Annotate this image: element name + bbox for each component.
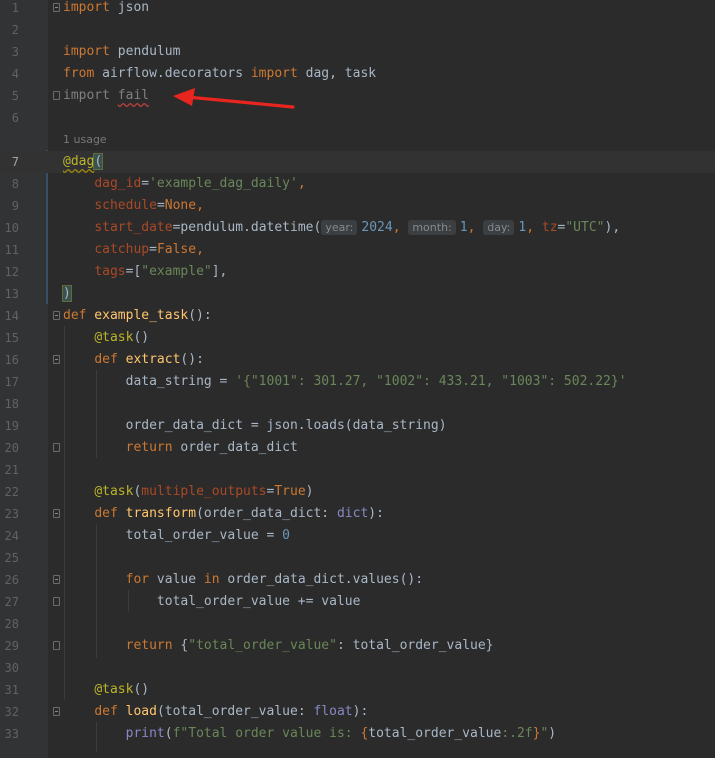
line-number: 8 [11,177,19,191]
code-line[interactable]: 25 [0,547,715,569]
code-line[interactable]: 30 [0,657,715,679]
code-editor[interactable]: 1 import json 2 3 import pendulum 4 from… [0,0,715,758]
keyword: from [63,66,95,81]
code-line[interactable]: 2 [0,19,715,41]
fold-marker-icon[interactable] [53,509,60,518]
code-line[interactable]: 5 import fail [0,85,715,107]
line-number: 15 [4,331,19,345]
line-number: 11 [4,243,19,257]
unresolved-module-error[interactable]: fail [118,88,149,103]
keyword: import [63,0,110,15]
code-line[interactable]: 10 start_date=pendulum.datetime(year: 202… [0,217,715,239]
line-number: 9 [11,199,19,213]
line-number: 21 [4,463,19,477]
code-line[interactable]: 29 return {"total_order_value": total_or… [0,635,715,657]
code-text: pendulum [109,44,181,59]
string-literal: 'example_dag_daily' [149,176,298,191]
code-line[interactable]: 23 def transform(order_data_dict: dict): [0,503,715,525]
line-number: 17 [4,375,19,389]
code-line[interactable]: 27 total_order_value += value [0,591,715,613]
annotation-arrow-icon [173,88,295,109]
code-line[interactable]: 20 return order_data_dict [0,437,715,459]
line-number: 28 [4,617,19,631]
code-line[interactable]: 1 import json [0,0,715,19]
code-line[interactable]: 31 @task() [0,679,715,701]
code-line[interactable]: 11 catchup=False, [0,239,715,261]
line-number: 18 [4,397,19,411]
line-number: 29 [4,639,19,653]
function-name: extract [117,352,181,367]
line-number: 23 [4,507,19,521]
code-line[interactable]: 18 [0,393,715,415]
code-line[interactable]: 21 [0,459,715,481]
code-line[interactable]: 12 tags=["example"], [0,261,715,283]
line-number: 20 [4,441,19,455]
line-number: 19 [4,419,19,433]
code-line[interactable]: 3 import pendulum [0,41,715,63]
parameter-hint: day: [483,220,515,235]
line-number: 5 [11,89,19,103]
fold-marker-icon[interactable] [53,3,60,12]
code-line[interactable]: 26 for value in order_data_dict.values()… [0,569,715,591]
code-line-current[interactable]: 7 @dag( [0,151,715,173]
keyword: import [63,44,110,59]
decorator: @dag [63,154,95,169]
line-number: 13 [4,287,19,301]
code-line[interactable]: 19 order_data_dict = json.loads(data_str… [0,415,715,437]
line-number: 16 [4,353,19,367]
unused-import-keyword: import [63,88,110,103]
code-line[interactable]: 17 data_string = '{"1001": 301.27, "1002… [0,371,715,393]
fold-end-marker-icon[interactable] [53,443,60,452]
line-number: 2 [11,23,19,37]
code-line[interactable]: 4 from airflow.decorators import dag, ta… [0,63,715,85]
parameter-hint: month: [408,220,456,235]
code-line[interactable]: 16 def extract(): [0,349,715,371]
code-text: json [109,0,150,15]
fold-end-marker-icon[interactable] [53,597,60,606]
line-number: 26 [4,573,19,587]
code-line[interactable]: 8 dag_id='example_dag_daily', [0,173,715,195]
line-number: 6 [11,111,19,125]
line-number: 24 [4,529,19,543]
matched-bracket: ) [62,285,72,302]
parameter-hint: year: [321,220,358,235]
code-line[interactable]: 22 @task(multiple_outputs=True) [0,481,715,503]
function-name: load [117,704,157,719]
fold-marker-icon[interactable] [53,575,60,584]
code-line[interactable]: 14 def example_task(): [0,305,715,327]
line-number: 14 [4,309,19,323]
code-text: dag, task [297,66,377,81]
line-number: 12 [4,265,19,279]
line-number: 10 [4,221,19,235]
line-number: 32 [4,705,19,719]
usage-hint[interactable]: 1 usage [63,130,107,150]
fold-end-marker-icon[interactable] [53,91,60,100]
line-number: 3 [11,45,19,59]
string-literal: '{"1001": 301.27, "1002": 433.21, "1003"… [235,374,627,389]
line-number: 7 [11,155,19,169]
line-number: 27 [4,595,19,609]
matched-bracket: ( [93,153,104,170]
fold-marker-icon[interactable] [53,355,60,364]
line-number: 31 [4,683,19,697]
fold-marker-icon[interactable] [53,311,60,320]
code-line[interactable]: 33 print(f"Total order value is: {total_… [0,723,715,745]
line-number: 30 [4,661,19,675]
fold-marker-icon[interactable] [53,707,60,716]
line-number: 22 [4,485,19,499]
code-line[interactable]: 15 @task() [0,327,715,349]
code-line[interactable]: 9 schedule=None, [0,195,715,217]
code-line[interactable]: 13 ) [0,283,715,305]
line-number: 4 [11,67,19,81]
fold-end-marker-icon[interactable] [53,641,60,650]
code-line[interactable]: 28 [0,613,715,635]
line-number: 33 [4,727,19,741]
code-line[interactable]: 6 [0,107,715,129]
line-number: 1 [11,1,19,15]
line-number: 25 [4,551,19,565]
code-line[interactable]: 24 total_order_value = 0 [0,525,715,547]
function-name: transform [117,506,197,521]
code-line[interactable]: 32 def load(total_order_value: float): [0,701,715,723]
function-name: example_task [86,308,189,323]
